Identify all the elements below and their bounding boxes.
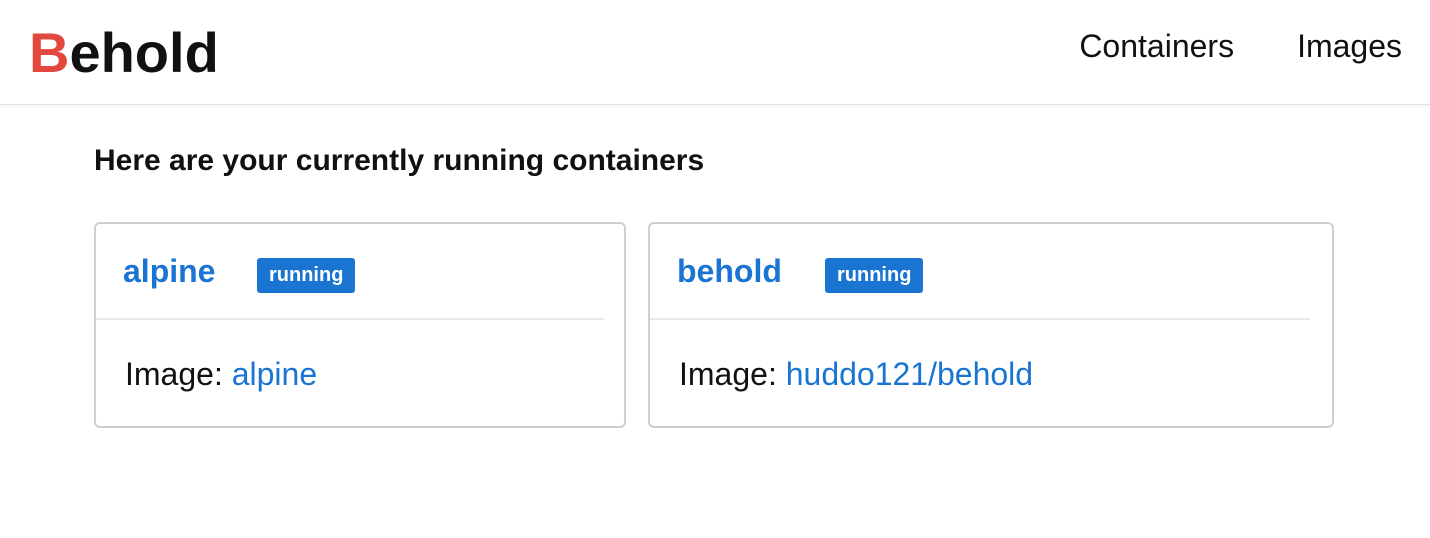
container-card-body: Image: huddo121/behold bbox=[679, 354, 1033, 394]
container-card-alpine: alpine running Image: alpine bbox=[94, 222, 626, 428]
container-name-link[interactable]: behold bbox=[677, 251, 782, 291]
image-link[interactable]: huddo121/behold bbox=[786, 356, 1033, 392]
image-label: Image: bbox=[125, 356, 223, 392]
container-card-header: behold running bbox=[650, 224, 1310, 320]
brand-logo[interactable]: Behold bbox=[29, 20, 219, 86]
image-label: Image: bbox=[679, 356, 777, 392]
status-badge: running bbox=[825, 258, 924, 293]
top-navbar: Behold Containers Images bbox=[0, 0, 1430, 105]
container-name-link[interactable]: alpine bbox=[123, 251, 215, 291]
container-card-header: alpine running bbox=[96, 224, 604, 320]
brand-logo-rest: ehold bbox=[69, 21, 219, 84]
nav-link-containers[interactable]: Containers bbox=[1079, 26, 1234, 66]
status-badge: running bbox=[257, 258, 356, 293]
image-link[interactable]: alpine bbox=[232, 356, 317, 392]
brand-logo-first-letter: B bbox=[29, 21, 70, 84]
container-card-body: Image: alpine bbox=[125, 354, 317, 394]
page-heading: Here are your currently running containe… bbox=[94, 144, 705, 177]
nav-links: Containers Images bbox=[1079, 26, 1402, 66]
nav-link-images[interactable]: Images bbox=[1297, 26, 1402, 66]
container-card-behold: behold running Image: huddo121/behold bbox=[648, 222, 1334, 428]
